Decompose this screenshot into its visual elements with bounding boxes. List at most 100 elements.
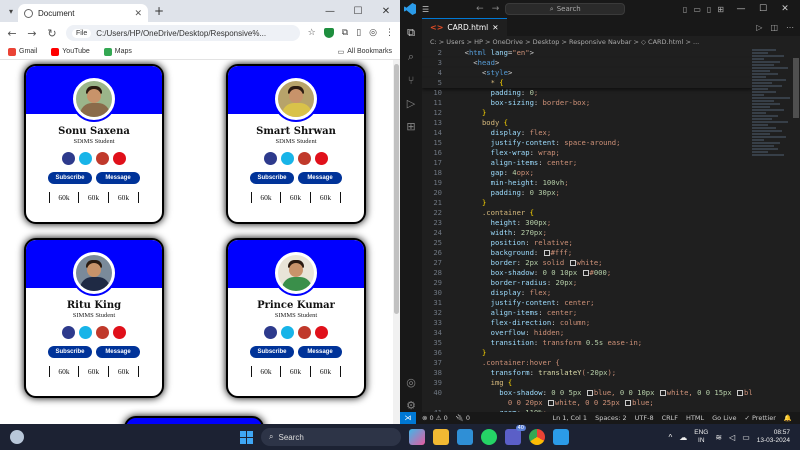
code-line[interactable]: 20 padding: 0 30px; [422,188,752,198]
whatsapp-icon[interactable] [481,429,497,445]
instagram-icon[interactable] [298,152,311,165]
menu-dots-icon[interactable]: ⋮ [385,28,394,38]
settings-gear-icon[interactable]: ⚙ [406,399,416,412]
code-line[interactable]: 40 box-shadow: 0 0 5px blue, 0 0 10px wh… [422,388,752,398]
all-bookmarks-button[interactable]: ▭ All Bookmarks [338,48,392,56]
extensions-icon[interactable]: ⧉ [342,28,348,38]
code-line[interactable]: 26 background: #fff; [422,248,752,258]
cursor-position[interactable]: Ln 1, Col 1 [552,414,587,422]
code-line[interactable]: 12 } [422,108,752,118]
tab-search-icon[interactable]: ▾ [4,4,18,18]
menu-icon[interactable]: ☰ [422,5,430,14]
new-tab-button[interactable]: + [154,4,164,18]
code-line[interactable]: 13 body { [422,118,752,128]
toggle-sidebar-icon[interactable]: ▯ [683,5,687,14]
code-line[interactable]: 14 display: flex; [422,128,752,138]
code-line[interactable]: 36 } [422,348,752,358]
facebook-icon[interactable] [264,326,277,339]
code-line[interactable]: 11 box-sizing: border-box; [422,98,752,108]
code-line[interactable]: 25 position: relative; [422,238,752,248]
run-icon[interactable]: ▷ [756,23,762,32]
page-scrollbar[interactable] [393,60,400,424]
bookmark-youtube[interactable]: YouTube [51,47,90,56]
code-line[interactable]: 38 transform: translateY(-20px); [422,368,752,378]
close-tab-icon[interactable]: ✕ [134,8,142,19]
message-button[interactable]: Message [96,172,140,184]
bookmark-maps[interactable]: Maps [103,47,132,56]
facebook-icon[interactable] [62,326,75,339]
search-icon[interactable]: ⌕ [408,50,414,64]
profile-icon[interactable]: ◎ [369,28,377,38]
cloud-icon[interactable]: ☁ [679,433,687,442]
code-line[interactable]: 30 display: flex; [422,288,752,298]
forward-arrow-icon[interactable]: → [26,27,38,40]
file-info-chip[interactable]: File [72,28,92,38]
close-window-button[interactable]: ✕ [372,6,400,17]
code-line[interactable]: 18 gap: 4opx; [422,168,752,178]
instagram-icon[interactable] [96,152,109,165]
profile-card[interactable]: Smart Shrwan SDiMS Student Subscribe Mes… [226,64,366,224]
twitter-icon[interactable] [281,152,294,165]
language-mode[interactable]: HTML [686,414,704,422]
youtube-icon[interactable] [315,326,328,339]
code-line[interactable]: 15 justify-content: space-around; [422,138,752,148]
run-debug-icon[interactable]: ▷ [407,97,415,110]
taskbar-search[interactable]: ⌕ Search [261,428,401,446]
browser-tab-document[interactable]: Document ✕ [18,4,148,22]
customize-layout-icon[interactable]: ⊞ [717,5,724,14]
extensions-icon[interactable]: ⊞ [406,120,415,133]
code-line[interactable]: 37 .container:hover { [422,358,752,368]
back-arrow-icon[interactable]: ← [6,27,18,40]
code-line[interactable]: 28 box-shadow: 0 0 10px #000; [422,268,752,278]
weather-widget-icon[interactable] [10,430,24,444]
prettier-status[interactable]: ✓ Prettier [744,414,775,422]
file-explorer-icon[interactable] [433,429,449,445]
message-button[interactable]: Message [298,346,342,358]
close-window-button[interactable]: ✕ [774,4,796,14]
toggle-secondary-sidebar-icon[interactable]: ▯ [707,5,711,14]
minimize-button[interactable]: — [730,4,752,14]
go-live-button[interactable]: Go Live [712,414,736,422]
battery-icon[interactable]: ▭ [742,433,750,442]
code-editor[interactable]: 2 <html lang="en"> 3 <head> 4 <style> 5 * {… [422,48,752,412]
line-ending[interactable]: CRLF [662,414,678,422]
more-actions-icon[interactable]: ⋯ [786,23,794,32]
code-line[interactable]: 24 width: 270px; [422,228,752,238]
youtube-icon[interactable] [113,326,126,339]
code-line[interactable]: 19 min-height: 100vh; [422,178,752,188]
code-line[interactable]: 34 overflow: hidden; [422,328,752,338]
source-control-icon[interactable]: ⑂ [408,74,415,87]
volume-icon[interactable]: ◁ [729,433,735,442]
facebook-icon[interactable] [62,152,75,165]
chevron-up-icon[interactable]: ^ [668,433,672,442]
maximize-button[interactable]: ☐ [344,6,372,17]
indentation[interactable]: Spaces: 2 [595,414,627,422]
sidebar-icon[interactable]: ▯ [356,28,361,38]
wifi-icon[interactable]: ≋ [715,433,722,442]
youtube-icon[interactable] [113,152,126,165]
minimize-button[interactable]: — [316,6,344,17]
extension-shield-icon[interactable] [323,28,334,38]
twitter-icon[interactable] [79,152,92,165]
code-line[interactable]: 10 padding: 0; [422,88,752,98]
bookmark-star-icon[interactable]: ☆ [308,28,316,38]
youtube-icon[interactable] [315,152,328,165]
back-arrow-icon[interactable]: ← [476,4,484,14]
tab-card-html[interactable]: <> CARD.html ✕ [422,18,507,36]
encoding[interactable]: UTF-8 [635,414,654,422]
code-line[interactable]: 33 flex-direction: column; [422,318,752,328]
code-line[interactable]: 39 img { [422,378,752,388]
copilot-icon[interactable] [409,429,425,445]
chrome-icon[interactable] [529,429,545,445]
subscribe-button[interactable]: Subscribe [250,346,294,358]
profile-card-partial[interactable] [124,416,264,424]
code-line[interactable]: 5 * { [422,78,752,88]
code-line[interactable]: 21 } [422,198,752,208]
minimap[interactable] [752,48,792,412]
forward-arrow-icon[interactable]: → [492,4,500,14]
address-bar[interactable]: File C:/Users/HP/OneDrive/Desktop/Respon… [66,25,300,41]
subscribe-button[interactable]: Subscribe [48,172,92,184]
remote-indicator-icon[interactable]: ⋊ [400,412,416,424]
subscribe-button[interactable]: Subscribe [48,346,92,358]
subscribe-button[interactable]: Subscribe [250,172,294,184]
